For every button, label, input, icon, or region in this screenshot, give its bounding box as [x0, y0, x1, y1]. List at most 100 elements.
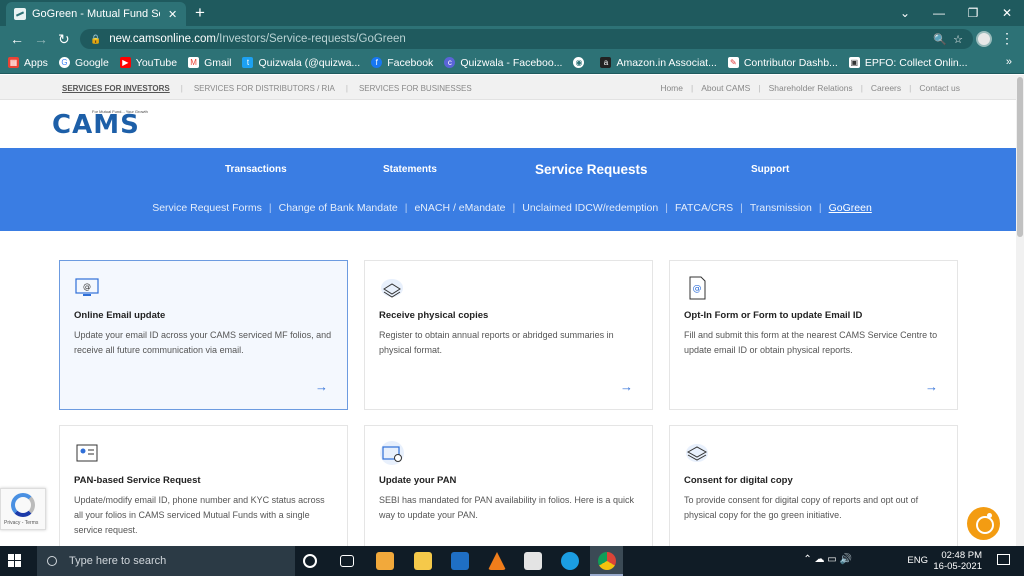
- vlc-icon[interactable]: [488, 552, 506, 570]
- site-favicon-icon: [14, 8, 26, 20]
- subnav-transmission[interactable]: Transmission: [743, 202, 819, 214]
- scrollbar-thumb[interactable]: [1017, 77, 1023, 237]
- taskbar-search-placeholder: Type here to search: [69, 555, 167, 567]
- bookmarks-bar: ▦ Apps G Google ▶ YouTube M Gmail t Quizwala …: [0, 52, 1024, 74]
- system-clock[interactable]: 02:48 PM 16-05-2021: [933, 550, 982, 572]
- subnav-enach[interactable]: eNACH / eMandate: [407, 202, 512, 214]
- careers-link[interactable]: Careers: [871, 83, 901, 93]
- recaptcha-privacy-terms[interactable]: Privacy - Terms: [4, 520, 38, 526]
- bookmark-contributor[interactable]: ✎ Contributor Dashb...: [727, 57, 838, 69]
- chat-widget-icon[interactable]: [967, 507, 1000, 540]
- bookmark-facebook[interactable]: f Facebook: [371, 57, 433, 69]
- bookmark-gmail[interactable]: M Gmail: [188, 57, 231, 69]
- browser-tab[interactable]: GoGreen - Mutual Fund Service R ✕: [6, 2, 186, 26]
- language-indicator[interactable]: ENG: [907, 555, 928, 566]
- bookmark-amazon[interactable]: a Amazon.in Associat...: [600, 57, 717, 69]
- card-title: Update your PAN: [379, 475, 457, 486]
- subnav-gogreen[interactable]: GoGreen: [822, 202, 879, 214]
- app-window-icon[interactable]: [524, 552, 542, 570]
- nav-service-requests[interactable]: Service Requests: [535, 162, 648, 177]
- id-card-icon: [76, 444, 98, 462]
- taskbar-search-box[interactable]: Type here to search: [37, 546, 295, 576]
- card-description: SEBI has mandated for PAN availability i…: [379, 495, 634, 520]
- menu-kebab-icon[interactable]: ⋮: [1000, 30, 1014, 47]
- card-title: Consent for digital copy: [684, 475, 793, 486]
- card-description: Fill and submit this form at the nearest…: [684, 330, 938, 355]
- cams-logo[interactable]: For Mutual Fund... Your Growth CAMS: [52, 108, 148, 140]
- bookmark-youtube[interactable]: ▶ YouTube: [119, 57, 177, 69]
- arrow-right-icon[interactable]: →: [925, 379, 938, 394]
- youtube-icon: ▶: [119, 57, 131, 68]
- cortana-icon[interactable]: [303, 554, 317, 568]
- digital-copy-icon: [686, 444, 708, 462]
- twitter-icon: t: [242, 57, 254, 68]
- bookmark-epfo[interactable]: ▣ EPFO: Collect Onlin...: [848, 57, 968, 69]
- edge-icon[interactable]: [561, 552, 579, 570]
- subnav-fatca[interactable]: FATCA/CRS: [668, 202, 740, 214]
- subnav-change-bank-mandate[interactable]: Change of Bank Mandate: [272, 202, 405, 214]
- svg-text:@: @: [693, 284, 702, 294]
- page-scrollbar[interactable]: [1016, 75, 1024, 546]
- close-window-button[interactable]: ✕: [990, 6, 1024, 20]
- arrow-right-icon[interactable]: →: [315, 379, 328, 394]
- bookmark-apps[interactable]: ▦ Apps: [8, 57, 48, 69]
- services-distributors-link[interactable]: SERVICES FOR DISTRIBUTORS / RIA: [194, 84, 335, 93]
- lock-icon: 🔒: [90, 33, 102, 44]
- nav-statements[interactable]: Statements: [383, 164, 437, 175]
- divider: |: [909, 83, 912, 93]
- task-view-icon[interactable]: [340, 555, 354, 567]
- store-icon[interactable]: [376, 552, 394, 570]
- minimize-button[interactable]: —: [922, 6, 956, 20]
- nav-support[interactable]: Support: [751, 164, 789, 175]
- tab-search-button[interactable]: ⌄: [888, 6, 922, 20]
- zoom-star-icons[interactable]: 🔍 ☆: [933, 33, 963, 46]
- quizwala-icon: c: [444, 57, 456, 68]
- card-description: To provide consent for digital copy of r…: [684, 495, 919, 520]
- windows-start-icon[interactable]: [8, 554, 22, 568]
- notification-icon[interactable]: [997, 554, 1010, 565]
- profile-avatar[interactable]: [976, 31, 992, 47]
- maximize-button[interactable]: ❐: [956, 6, 990, 20]
- card-receive-physical-copies[interactable]: Receive physical copies Register to obta…: [364, 260, 653, 410]
- epfo-icon: ▣: [848, 57, 860, 68]
- browser-tab-strip: GoGreen - Mutual Fund Service R ✕ + ⌄ — …: [0, 0, 1024, 26]
- site-top-bar: SERVICES FOR INVESTORS | SERVICES FOR DI…: [0, 75, 1024, 100]
- address-bar[interactable]: 🔒 new.camsonline.com /Investors/Service-…: [80, 29, 973, 49]
- divider: |: [758, 83, 761, 93]
- site-header: For Mutual Fund... Your Growth CAMS: [0, 100, 1024, 148]
- windows-taskbar: Type here to search ⌃ ☁ ▭ 🔊 ENG 02:48 PM…: [0, 546, 1024, 576]
- close-tab-icon[interactable]: ✕: [168, 8, 177, 21]
- services-businesses-link[interactable]: SERVICES FOR BUSINESSES: [359, 84, 472, 93]
- file-explorer-icon[interactable]: [414, 552, 432, 570]
- tray-icons[interactable]: ⌃ ☁ ▭ 🔊: [803, 554, 852, 565]
- search-icon: [47, 556, 57, 566]
- home-link[interactable]: Home: [660, 83, 683, 93]
- subnav-unclaimed[interactable]: Unclaimed IDCW/redemption: [515, 202, 665, 214]
- new-tab-button[interactable]: +: [195, 3, 205, 23]
- arrow-right-icon[interactable]: →: [620, 379, 633, 394]
- google-icon: G: [58, 57, 70, 68]
- clock-time: 02:48 PM: [941, 550, 982, 561]
- bookmark-twitter[interactable]: t Quizwala (@quizwa...: [242, 57, 360, 69]
- recaptcha-badge[interactable]: Privacy - Terms: [0, 488, 46, 530]
- shareholder-link[interactable]: Shareholder Relations: [769, 83, 853, 93]
- bookmark-globe[interactable]: ◉: [573, 57, 589, 68]
- back-arrow-icon[interactable]: ←: [10, 31, 24, 47]
- contact-link[interactable]: Contact us: [919, 83, 960, 93]
- about-link[interactable]: About CAMS: [701, 83, 750, 93]
- main-navigation: Transactions Statements Service Requests…: [0, 148, 1024, 231]
- chrome-taskbar-button[interactable]: [590, 546, 623, 576]
- mail-icon[interactable]: [451, 552, 469, 570]
- bookmark-google[interactable]: G Google: [58, 57, 109, 69]
- card-online-email-update[interactable]: @ Online Email update Update your email …: [59, 260, 348, 410]
- card-opt-in-form[interactable]: @ Opt-In Form or Form to update Email ID…: [669, 260, 958, 410]
- subnav-service-request-forms[interactable]: Service Request Forms: [145, 202, 269, 214]
- bookmarks-overflow-button[interactable]: »: [1006, 56, 1012, 68]
- bookmark-quizwala[interactable]: c Quizwala - Faceboo...: [444, 57, 562, 69]
- forward-arrow-icon[interactable]: →: [34, 31, 48, 47]
- services-investors-link[interactable]: SERVICES FOR INVESTORS: [62, 84, 170, 93]
- reload-icon[interactable]: ↻: [58, 31, 70, 48]
- globe-icon: ◉: [573, 57, 585, 68]
- nav-transactions[interactable]: Transactions: [225, 164, 287, 175]
- pan-card-icon: [380, 441, 404, 465]
